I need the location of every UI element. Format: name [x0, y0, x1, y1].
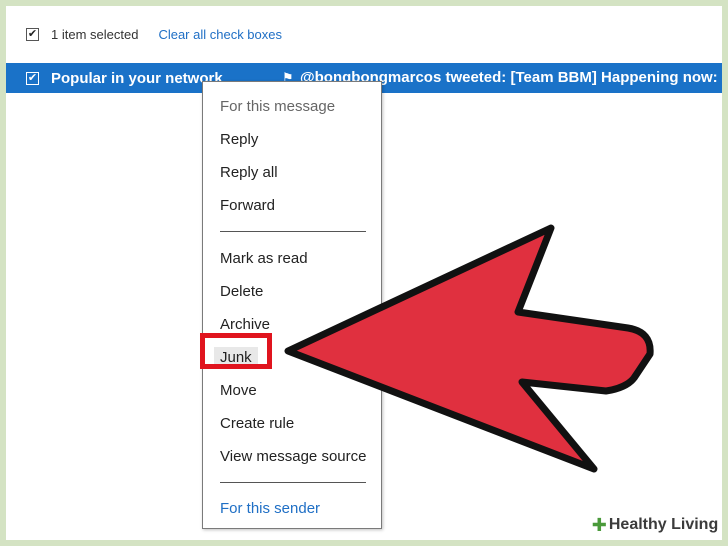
- menu-item-delete[interactable]: Delete: [220, 281, 263, 303]
- menu-item-move[interactable]: Move: [220, 380, 257, 402]
- healthy-living-watermark: ✚ Healthy Living: [588, 510, 722, 540]
- menu-header-sender[interactable]: For this sender: [220, 498, 320, 520]
- menu-separator: [220, 231, 366, 232]
- message-sender: Popular in your network: [51, 69, 223, 87]
- select-all-checkbox[interactable]: ✔: [26, 27, 39, 41]
- mail-panel: ✔ 1 item selected Clear all check boxes …: [6, 6, 722, 540]
- junk-highlight-box: [200, 333, 272, 369]
- selection-toolbar: ✔ 1 item selected Clear all check boxes: [26, 24, 282, 44]
- clear-checkboxes-link[interactable]: Clear all check boxes: [158, 27, 282, 42]
- context-menu: For this message Reply Reply all Forward…: [202, 81, 382, 529]
- menu-item-forward[interactable]: Forward: [220, 195, 275, 217]
- selected-count-label: 1 item selected: [51, 26, 139, 42]
- message-checkbox[interactable]: ✔: [26, 71, 39, 85]
- menu-item-reply[interactable]: Reply: [220, 129, 258, 151]
- menu-item-reply-all[interactable]: Reply all: [220, 162, 278, 184]
- menu-header-message: For this message: [220, 98, 336, 115]
- menu-item-mark-as-read[interactable]: Mark as read: [220, 248, 308, 270]
- menu-item-create-rule[interactable]: Create rule: [220, 413, 294, 435]
- watermark-brand: Healthy Living: [608, 516, 719, 533]
- menu-item-view-source[interactable]: View message source: [220, 446, 366, 468]
- menu-separator: [220, 482, 366, 483]
- plus-logo-icon: ✚: [591, 514, 607, 535]
